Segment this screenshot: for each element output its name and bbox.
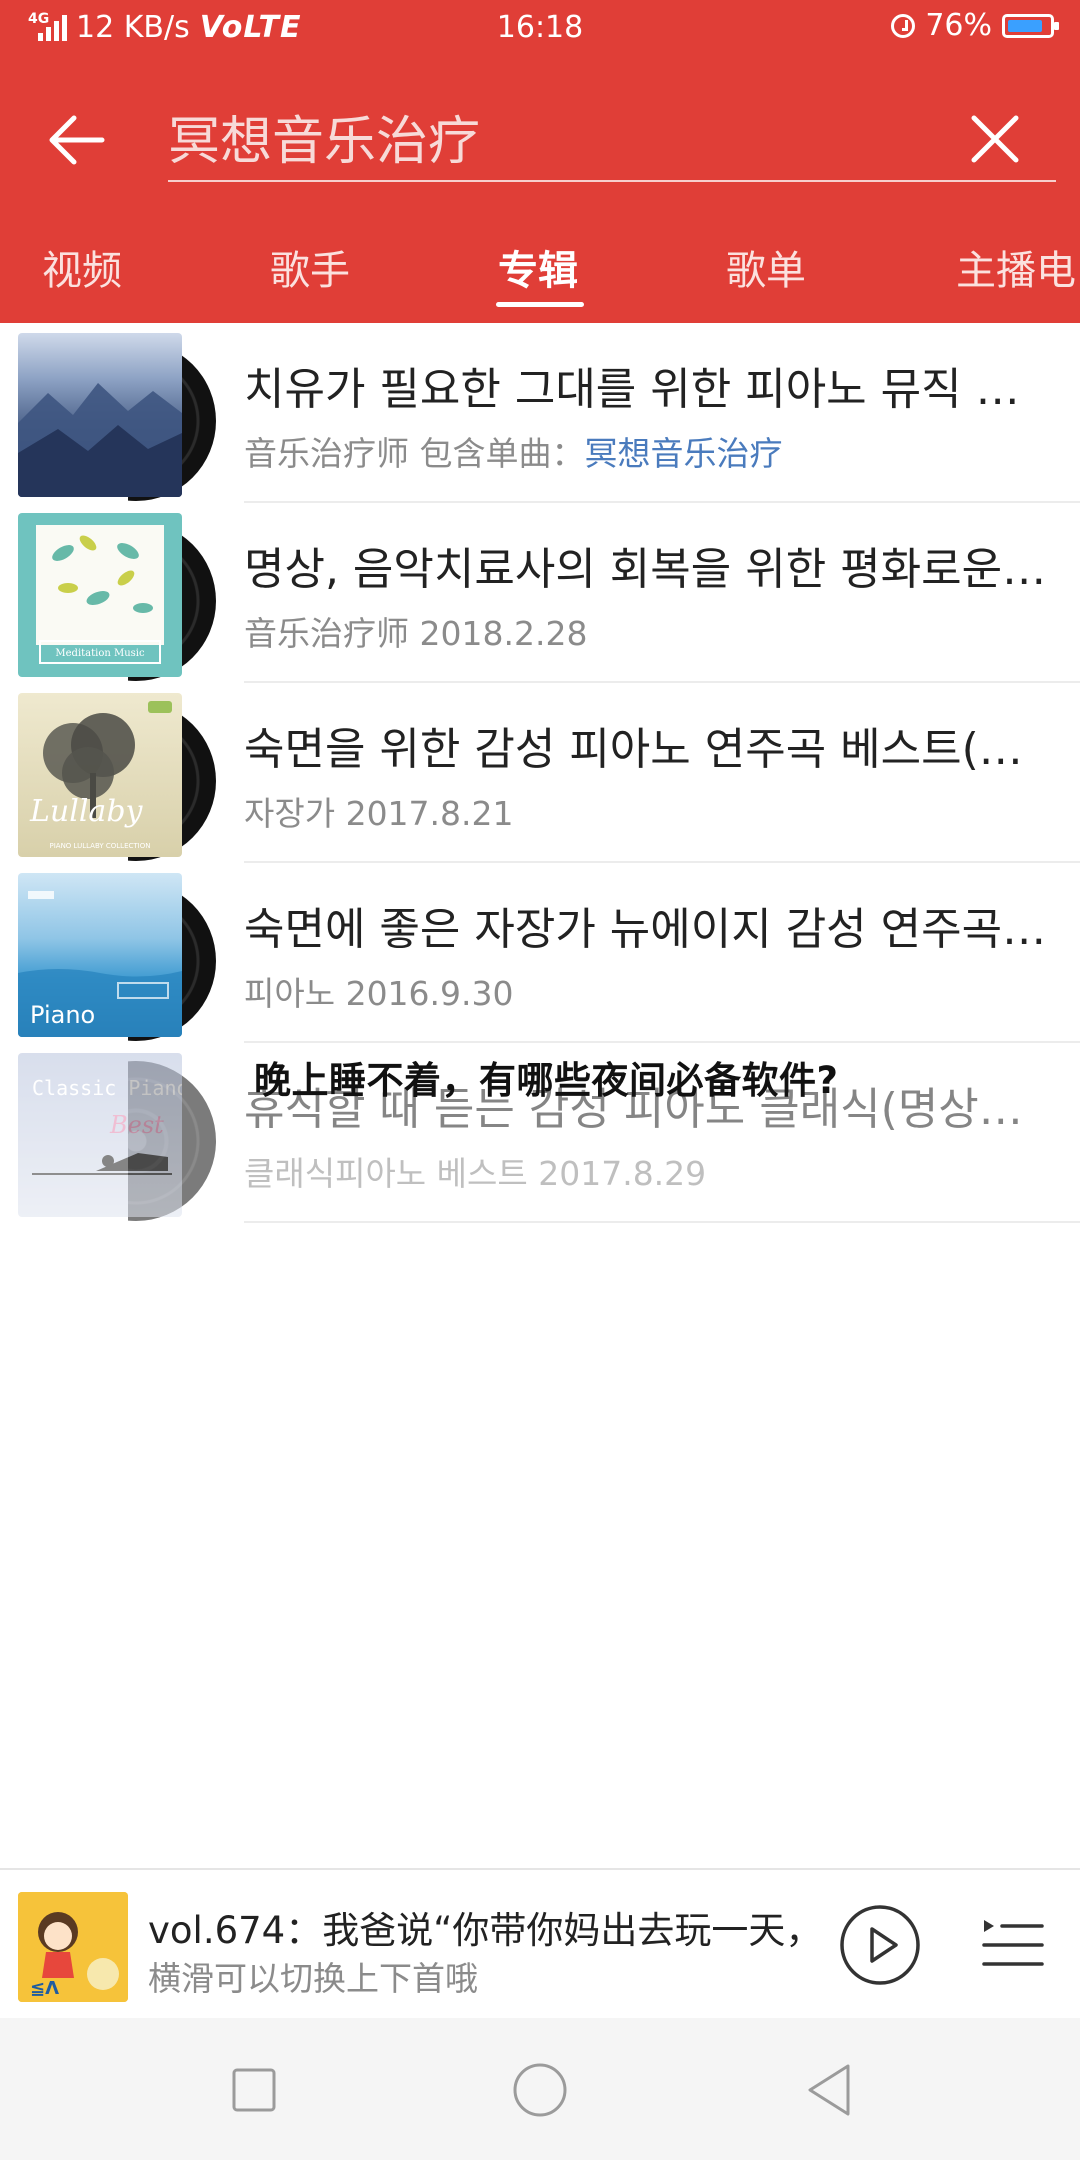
album-artist: 音乐治疗师 包含单曲： [244,434,585,473]
alarm-icon [891,13,916,38]
tab-playlist[interactable]: 歌单 [726,238,806,296]
search-input[interactable] [168,96,928,176]
album-cover: Classic Piano Best [18,1053,182,1217]
playlist-icon [982,1920,1044,1966]
tab-album[interactable]: 专辑 [498,238,578,296]
triangle-back-icon [808,2064,850,2116]
album-cover: Meditation Music [18,513,182,677]
category-tabs: 视频 歌手 专辑 歌单 主播电 [0,230,1080,323]
recent-apps-button[interactable] [224,2060,284,2120]
album-meta: 音乐治疗师 2018.2.28 [244,614,588,653]
album-item[interactable]: Piano 숙면에 좋은 자장가 뉴에이지 감성 연주곡 모음 피아노 2016… [0,863,1080,1043]
album-title: 숙면을 위한 감성 피아노 연주곡 베스트(명상) [244,724,1052,775]
circle-icon [513,2063,567,2117]
album-meta: 자장가 2017.8.21 [244,794,514,833]
cover-text: Meditation Music [55,648,145,659]
playlist-queue-button[interactable] [980,1912,1046,1978]
row-divider [244,1221,1080,1223]
cover-text: Piano [30,1001,95,1029]
tab-anchor-radio[interactable]: 主播电 [956,238,1076,296]
active-tab-indicator [496,302,584,307]
cover-text: Classic Piano [32,1076,182,1100]
album-title: 치유가 필요한 그대를 위한 피아노 뮤직 테라피 [244,364,1052,415]
play-button[interactable] [838,1903,922,1987]
mini-player[interactable]: ≦ᐱ vol.674：我爸说“你带你妈出去玩一天， 横滑可以切换上下首哦 [0,1868,1080,2020]
album-item[interactable]: Meditation Music 명상, 음악치료사의 회복을 위한 평화로운 … [0,503,1080,683]
album-title: 명상, 음악치료사의 회복을 위한 평화로운 음악 [244,544,1052,595]
clear-search-button[interactable] [960,104,1030,174]
album-cover: Lullaby PIANO LULLABY COLLECTION [18,693,182,857]
system-navigation-bar [0,2018,1080,2160]
square-icon [232,2068,276,2112]
tab-singer[interactable]: 歌手 [270,238,350,296]
album-cover [18,333,182,497]
play-icon [840,1905,920,1985]
album-meta: 音乐治疗师 包含单曲：冥想音乐治疗 [244,427,783,475]
overlay-question-text: 晚上睡不着，有哪些夜间必备软件? [254,1059,839,1102]
now-playing-title: vol.674：我爸说“你带你妈出去玩一天， [148,1909,823,1952]
arrow-left-icon [49,115,105,165]
album-item[interactable]: Lullaby PIANO LULLABY COLLECTION 숙면을 위한 … [0,683,1080,863]
battery-icon [1002,13,1059,38]
cover-subtext: PIANO LULLABY COLLECTION [50,842,151,850]
search-bar [0,56,1080,196]
back-button[interactable] [40,100,120,180]
album-item[interactable]: 치유가 필요한 그대를 위한 피아노 뮤직 테라피 音乐治疗师 包含单曲：冥想音… [0,323,1080,503]
cover-text: Lullaby [29,794,144,829]
tab-video[interactable]: 视频 [42,238,122,296]
battery-percent: 76% [925,8,992,43]
svg-text:≦ᐱ: ≦ᐱ [30,1978,59,1999]
search-field[interactable] [168,96,1056,182]
album-cover: Piano [18,873,182,1037]
close-icon [971,115,1019,163]
status-bar: 4G 12 KB/s VoLTE 16:18 76% [0,0,1080,56]
back-nav-button[interactable] [800,2060,860,2120]
cover-subtext: Best [109,1111,164,1139]
app-header: 4G 12 KB/s VoLTE 16:18 76% 冥想音乐治疗 视频 歌手 … [0,0,1080,323]
swipe-hint: 横滑可以切换上下首哦 [148,1959,478,1998]
matched-song-link[interactable]: 冥想音乐治疗 [585,434,783,473]
album-title: 숙면에 좋은 자장가 뉴에이지 감성 연주곡 모음 [244,904,1052,955]
home-button[interactable] [510,2060,570,2120]
album-meta: 클래식피아노 베스트 2017.8.29 [244,1154,707,1193]
album-meta: 피아노 2016.9.30 [244,974,514,1013]
now-playing-thumbnail: ≦ᐱ [18,1892,128,2002]
